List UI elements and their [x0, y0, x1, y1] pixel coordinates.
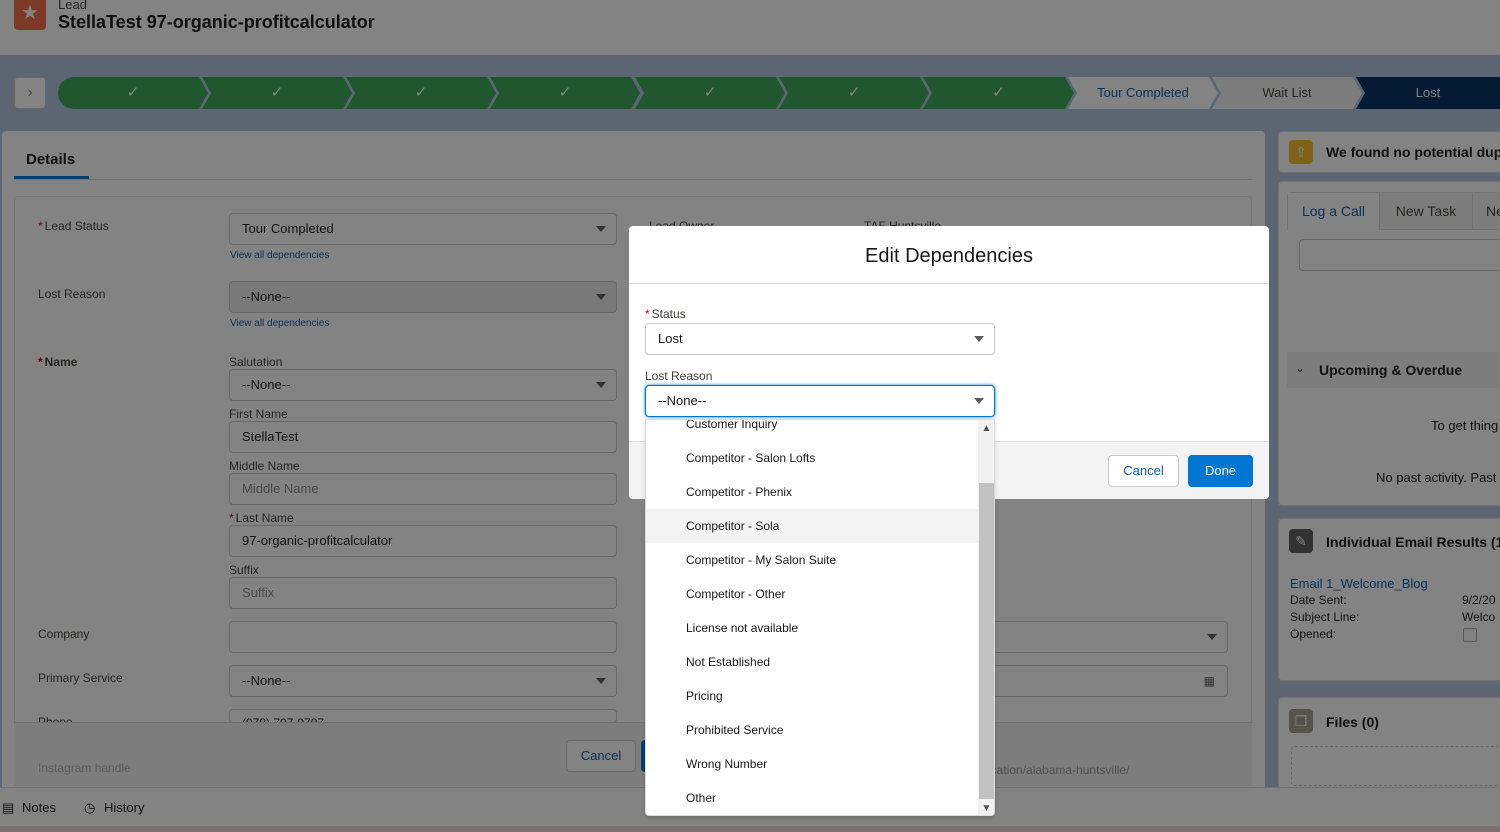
lost-reason-options: Customer Inquiry Competitor - Salon Loft…: [646, 420, 978, 815]
modal-done-button[interactable]: Done: [1188, 455, 1253, 487]
list-item[interactable]: Wrong Number: [646, 747, 978, 781]
list-item[interactable]: Customer Inquiry: [646, 420, 978, 441]
modal-status-select[interactable]: Lost: [645, 323, 995, 355]
list-item[interactable]: Competitor - Salon Lofts: [646, 441, 978, 475]
chevron-down-icon: [974, 336, 984, 342]
modal-status-label: * Status: [645, 307, 686, 321]
lost-reason-dropdown: Customer Inquiry Competitor - Salon Loft…: [645, 419, 995, 816]
scroll-up-icon[interactable]: ▲: [978, 420, 994, 437]
list-item[interactable]: Competitor - My Salon Suite: [646, 543, 978, 577]
list-item[interactable]: Competitor - Other: [646, 577, 978, 611]
list-item[interactable]: Other: [646, 781, 978, 815]
list-item[interactable]: Competitor - Phenix: [646, 475, 978, 509]
modal-lost-reason-select[interactable]: --None--: [645, 385, 995, 417]
dropdown-scrollbar[interactable]: ▲ ▼: [978, 420, 994, 815]
chevron-down-icon: [974, 398, 984, 404]
list-item-hovered[interactable]: Competitor - Sola: [646, 509, 978, 543]
modal-title: Edit Dependencies: [629, 226, 1269, 284]
scroll-down-icon[interactable]: ▼: [978, 800, 994, 815]
modal-lost-reason-label: Lost Reason: [645, 369, 713, 383]
list-item[interactable]: Prohibited Service: [646, 713, 978, 747]
list-item[interactable]: Not Established: [646, 645, 978, 679]
scrollbar-thumb[interactable]: [979, 483, 994, 799]
list-item[interactable]: License not available: [646, 611, 978, 645]
modal-cancel-button[interactable]: Cancel: [1108, 455, 1179, 487]
list-item[interactable]: Pricing: [646, 679, 978, 713]
